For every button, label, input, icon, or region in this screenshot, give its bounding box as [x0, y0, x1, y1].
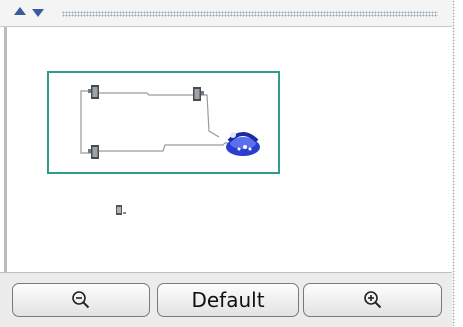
zoom-in-button[interactable] — [303, 283, 442, 317]
default-zoom-button[interactable]: Default — [157, 283, 299, 317]
zoom-in-icon — [363, 291, 381, 309]
topology-diagram — [80, 85, 260, 159]
topology-overview-panel: Default — [0, 0, 463, 327]
topology-links — [80, 90, 233, 154]
arrow-up-icon[interactable] — [14, 7, 26, 15]
device-icon[interactable] — [193, 87, 204, 101]
small-device-icon[interactable] — [114, 204, 130, 218]
arrow-down-icon[interactable] — [32, 9, 44, 17]
device-icon[interactable] — [88, 145, 99, 159]
zoom-out-button[interactable] — [12, 283, 150, 317]
link-top — [99, 92, 193, 96]
phone-icon[interactable] — [226, 132, 260, 156]
splitter-handle[interactable] — [452, 0, 455, 326]
link-right — [201, 94, 220, 138]
drag-grip[interactable] — [62, 11, 438, 17]
zoom-out-icon — [72, 291, 90, 309]
zoom-button-bar: Default — [0, 272, 452, 327]
link-bottom — [99, 142, 233, 152]
link-left — [80, 90, 91, 154]
panel-titlebar[interactable] — [0, 0, 452, 27]
device-icon[interactable] — [88, 85, 99, 99]
default-button-label: Default — [191, 288, 265, 312]
